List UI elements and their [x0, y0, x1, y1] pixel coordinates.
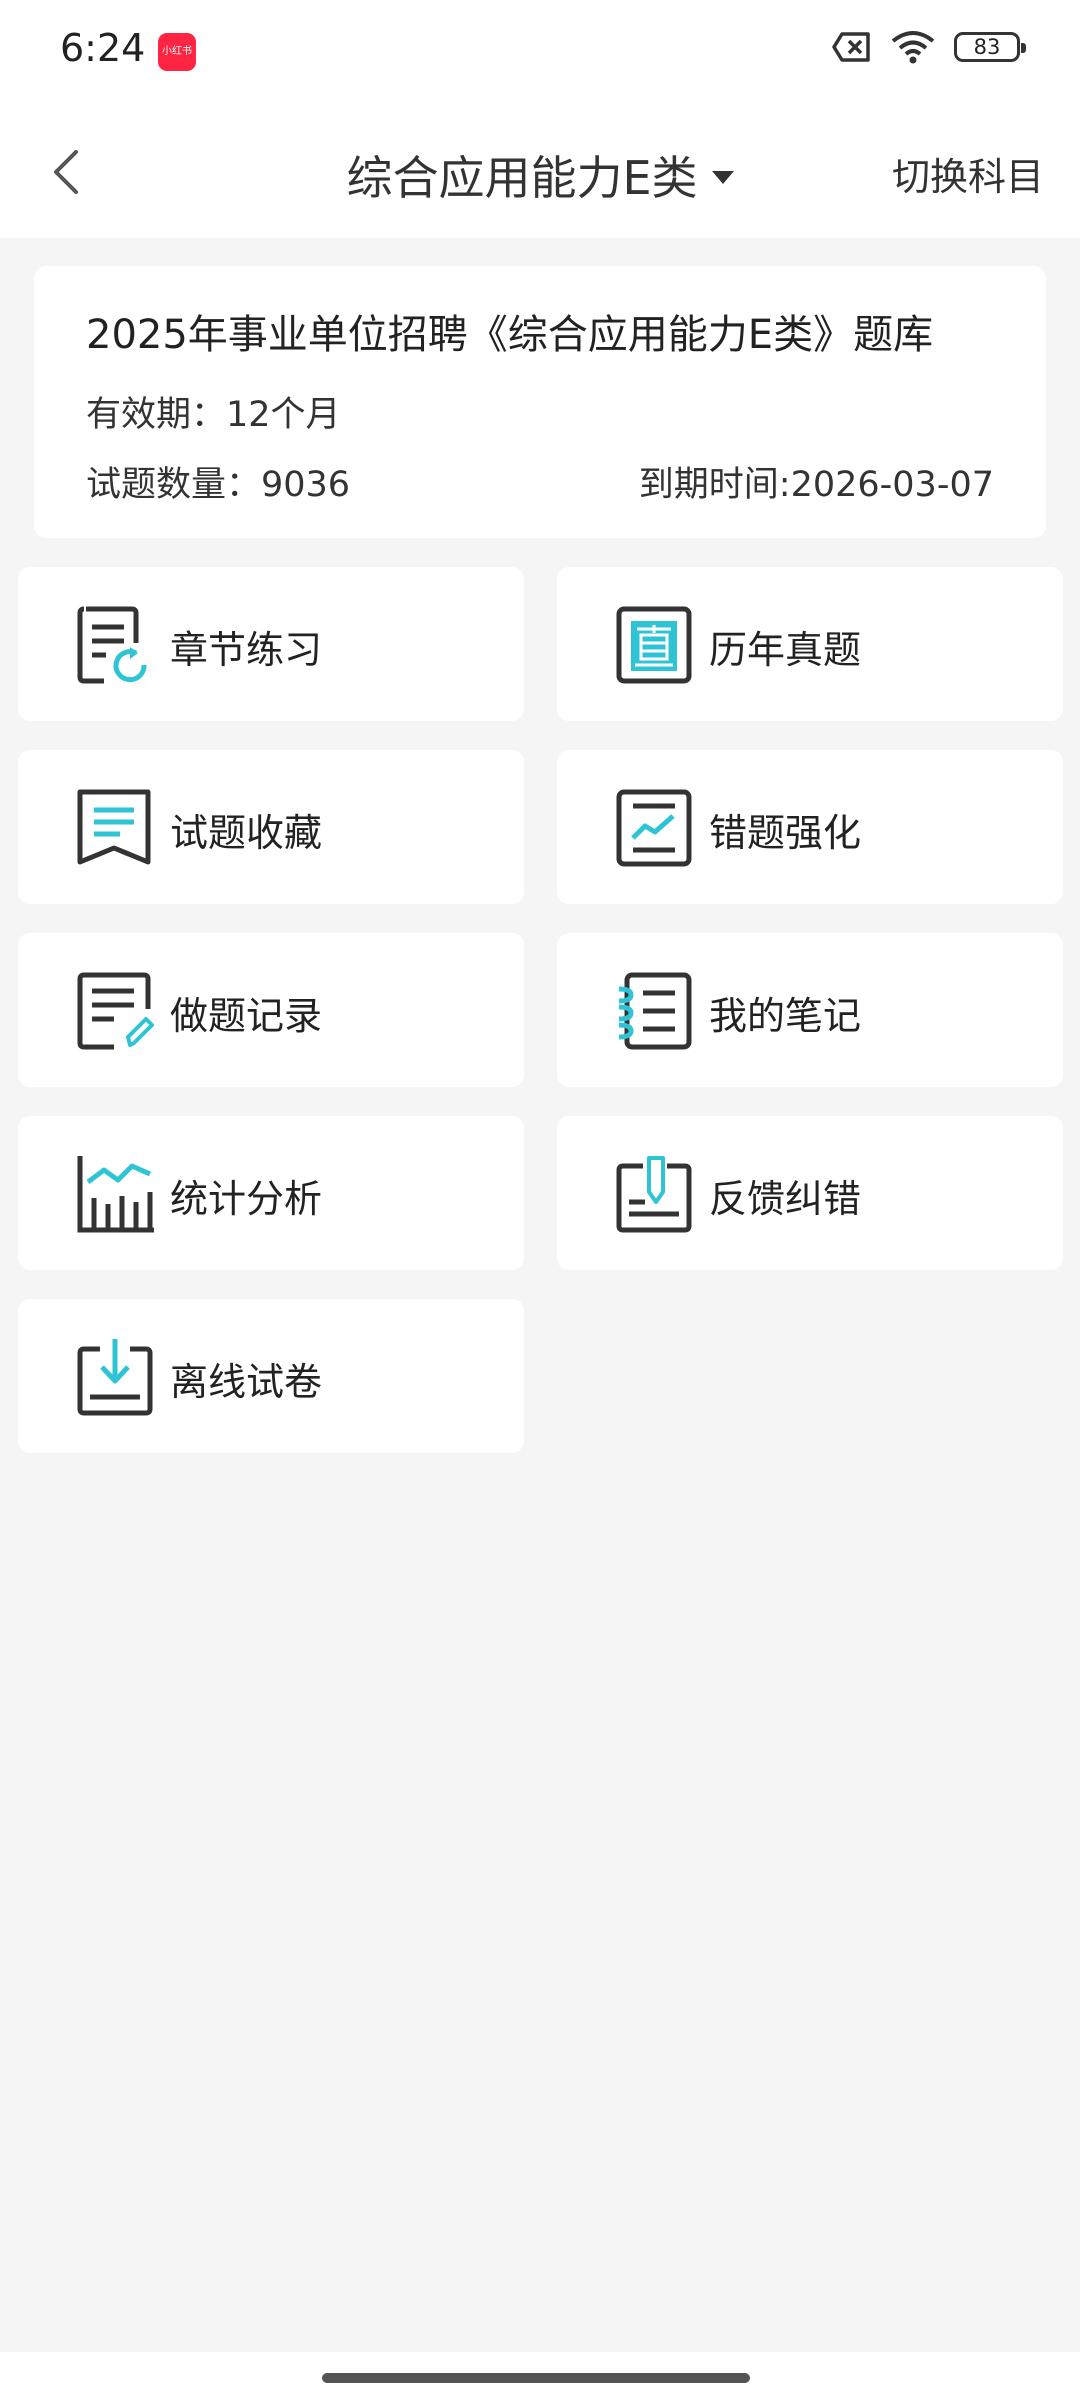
tile-label: 反馈纠错: [709, 1177, 862, 1221]
menu-my-notes[interactable]: 我的笔记: [557, 933, 1063, 1087]
past-papers-icon: [616, 606, 692, 684]
chevron-down-icon: [711, 170, 734, 184]
menu-practice-record[interactable]: 做题记录: [18, 933, 524, 1087]
bookmark-icon: [77, 789, 151, 865]
menu-offline-papers[interactable]: 离线试卷: [18, 1299, 524, 1453]
status-bar: 6:24 小红书 83: [0, 0, 1080, 106]
tile-label: 试题收藏: [170, 811, 323, 855]
feedback-icon: [616, 1156, 692, 1233]
tile-label: 离线试卷: [170, 1360, 323, 1404]
tile-label: 历年真题: [709, 628, 862, 672]
app-notification-icon: 小红书: [158, 33, 196, 71]
notebook-icon: [618, 972, 692, 1050]
statistics-icon: [77, 1156, 154, 1233]
tile-label: 统计分析: [170, 1177, 323, 1221]
chapter-practice-icon: [77, 606, 147, 684]
home-indicator[interactable]: [322, 2373, 750, 2383]
menu-wrong-questions[interactable]: 错题强化: [557, 750, 1063, 904]
battery-indicator: 83: [954, 32, 1026, 62]
tile-label: 做题记录: [170, 994, 323, 1038]
menu-bookmarks[interactable]: 试题收藏: [18, 750, 524, 904]
record-icon: [77, 972, 154, 1050]
status-time: 6:24: [60, 26, 146, 70]
switch-subject-button[interactable]: 切换科目: [892, 146, 1044, 201]
tile-label: 错题强化: [709, 811, 862, 855]
menu-chapter-practice[interactable]: 章节练习: [18, 567, 524, 721]
page-title: 综合应用能力E类: [346, 151, 698, 205]
header: 综合应用能力E类 切换科目: [0, 106, 1080, 238]
menu-feedback[interactable]: 反馈纠错: [557, 1116, 1063, 1270]
validity-period: 有效期：12个月: [86, 395, 341, 435]
tile-label: 我的笔记: [709, 994, 862, 1038]
menu-past-papers[interactable]: 历年真题: [557, 567, 1063, 721]
question-count: 试题数量：9036: [86, 465, 351, 505]
wrong-questions-icon: [616, 789, 692, 867]
sim-error-icon: [832, 32, 870, 62]
status-icons: 83: [832, 30, 1026, 64]
expiry-date: 到期时间:2026-03-07: [638, 465, 994, 505]
bank-title: 2025年事业单位招聘《综合应用能力E类》题库: [86, 312, 934, 358]
question-bank-info-card: 2025年事业单位招聘《综合应用能力E类》题库 有效期：12个月 试题数量：90…: [34, 266, 1046, 538]
wifi-icon: [891, 31, 935, 64]
menu-statistics[interactable]: 统计分析: [18, 1116, 524, 1270]
tile-label: 章节练习: [170, 628, 323, 672]
download-icon: [77, 1339, 153, 1416]
